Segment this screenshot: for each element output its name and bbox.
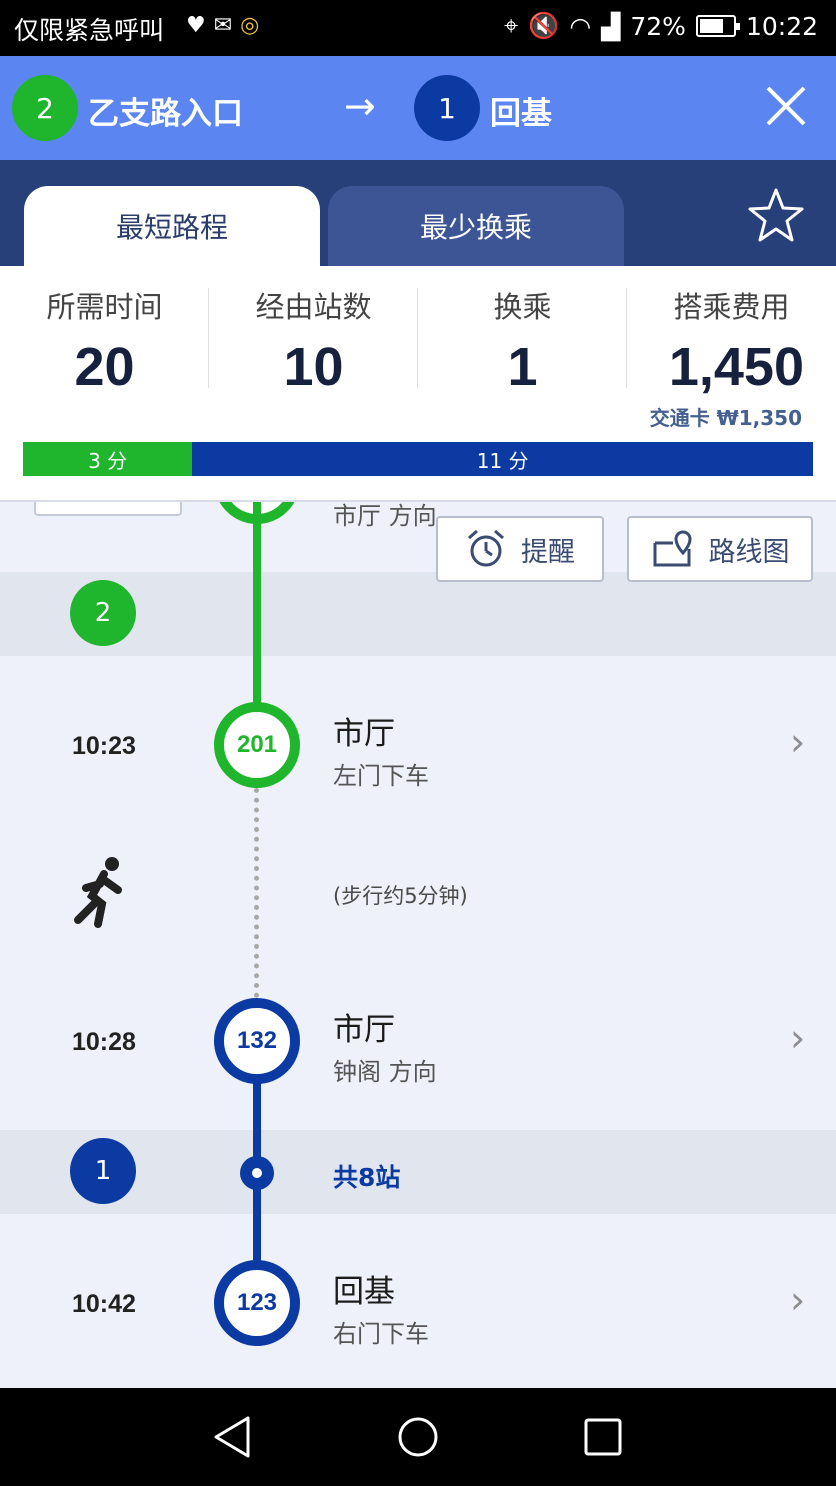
close-icon[interactable] xyxy=(758,78,814,134)
status-right: ⌖ 🔇 ◠ ▟ 72% 10:22 xyxy=(504,11,818,41)
alarm-clock-icon xyxy=(468,529,504,567)
stop-time: 10:28 xyxy=(72,1028,136,1056)
to-line-badge: 1 xyxy=(414,75,480,141)
status-bar: 仅限紧急呼叫 ♥ ✉ ◎ ⌖ 🔇 ◠ ▟ 72% 10:22 xyxy=(0,0,836,56)
home-icon[interactable] xyxy=(393,1412,443,1462)
summary-fare: 搭乘费用 1,450 xyxy=(627,284,836,398)
stop-sub: 右门下车 xyxy=(333,1320,429,1348)
station-code-132[interactable]: 132 xyxy=(214,998,300,1084)
station-code-123[interactable]: 123 xyxy=(214,1260,300,1346)
favorite-star-icon[interactable] xyxy=(744,184,808,248)
expand-stations-dot[interactable] xyxy=(240,1156,274,1190)
to-station: 回基 xyxy=(490,96,552,132)
summary-label: 经由站数 xyxy=(255,290,372,324)
walking-person-icon xyxy=(68,854,136,930)
time-segment-line1: 11 分 xyxy=(192,442,813,476)
route-summary: 所需时间 20 经由站数 10 换乘 1 搭乘费用 1,450 交通卡 ₩1,3… xyxy=(0,266,836,502)
remind-button[interactable]: 提醒 xyxy=(436,516,604,582)
emergency-call-text: 仅限紧急呼叫 xyxy=(14,16,165,45)
clock: 10:22 xyxy=(745,11,818,41)
partial-direction-text: 市厅 方向 xyxy=(333,502,437,530)
summary-label: 换乘 xyxy=(493,290,552,324)
from-station: 乙支路入口 xyxy=(88,96,243,132)
signal-icon: ▟ xyxy=(601,11,621,41)
from-line-badge: 2 xyxy=(12,75,78,141)
summary-value: 20 xyxy=(74,337,135,397)
mute-icon: 🔇 xyxy=(528,11,560,40)
partial-button xyxy=(34,502,182,516)
map-pin-icon xyxy=(653,530,692,567)
summary-label: 搭乘费用 xyxy=(673,290,790,324)
battery-icon xyxy=(695,15,740,37)
summary-label: 所需时间 xyxy=(46,290,163,324)
line1-badge: 1 xyxy=(70,1138,136,1204)
walk-duration: (步行约5分钟) xyxy=(333,884,468,908)
remind-label: 提醒 xyxy=(521,536,575,568)
route-map-button[interactable]: 路线图 xyxy=(627,516,813,582)
time-progress-bar: 3 分 11 分 xyxy=(23,442,813,476)
summary-value: 1,450 xyxy=(668,337,804,397)
line2-track xyxy=(253,502,261,712)
notification-icons: ♥ ✉ ◎ xyxy=(186,13,259,38)
summary-value: 10 xyxy=(283,337,344,397)
stop-name[interactable]: 回基 xyxy=(333,1266,395,1311)
stop-time: 10:23 xyxy=(72,732,136,760)
chevron-right-icon[interactable]: › xyxy=(790,720,805,764)
station-code-201[interactable]: 201 xyxy=(214,702,300,788)
stop-name[interactable]: 市厅 xyxy=(333,708,395,753)
chevron-right-icon[interactable]: › xyxy=(790,1016,805,1060)
stop-time: 10:42 xyxy=(72,1290,136,1318)
walk-path xyxy=(254,788,259,998)
stations-count[interactable]: 共8站 xyxy=(333,1158,400,1194)
tab-fewest-transfers[interactable]: 最少换乘 xyxy=(328,186,624,266)
tab-shortest-route[interactable]: 最短路程 xyxy=(24,186,320,266)
recents-icon[interactable] xyxy=(578,1412,628,1462)
location-icon: ⌖ xyxy=(504,11,519,40)
summary-value: 1 xyxy=(507,337,538,397)
battery-percent: 72% xyxy=(630,11,686,41)
summary-stations: 经由站数 10 xyxy=(209,284,418,398)
route-tabs: 最短路程 最少换乘 xyxy=(0,160,836,266)
summary-transfers: 换乘 1 xyxy=(418,284,627,398)
stop-name[interactable]: 市厅 xyxy=(333,1004,395,1049)
chevron-right-icon[interactable]: › xyxy=(790,1278,805,1322)
arrow-right-icon: → xyxy=(344,84,376,128)
wechat-icon: ✉ xyxy=(213,13,233,38)
back-icon[interactable] xyxy=(208,1412,258,1462)
card-fare: 交通卡 ₩1,350 xyxy=(649,406,802,430)
system-nav-bar xyxy=(0,1388,836,1486)
stop-sub: 钟阁 方向 xyxy=(333,1058,437,1086)
health-icon: ♥ xyxy=(186,13,206,38)
time-segment-line2: 3 分 xyxy=(23,442,193,476)
wifi-icon: ◠ xyxy=(569,11,592,41)
route-timeline: 市厅 方向 2 提醒 路线图 10:23 201 市厅 左门下车 › (步行约5… xyxy=(0,502,836,1388)
sync-icon: ◎ xyxy=(240,13,260,38)
route-map-label: 路线图 xyxy=(708,536,790,568)
line2-badge: 2 xyxy=(70,580,136,646)
route-header: 2 乙支路入口 → 1 回基 xyxy=(0,56,836,160)
stop-sub: 左门下车 xyxy=(333,762,429,790)
summary-time: 所需时间 20 xyxy=(0,284,209,398)
